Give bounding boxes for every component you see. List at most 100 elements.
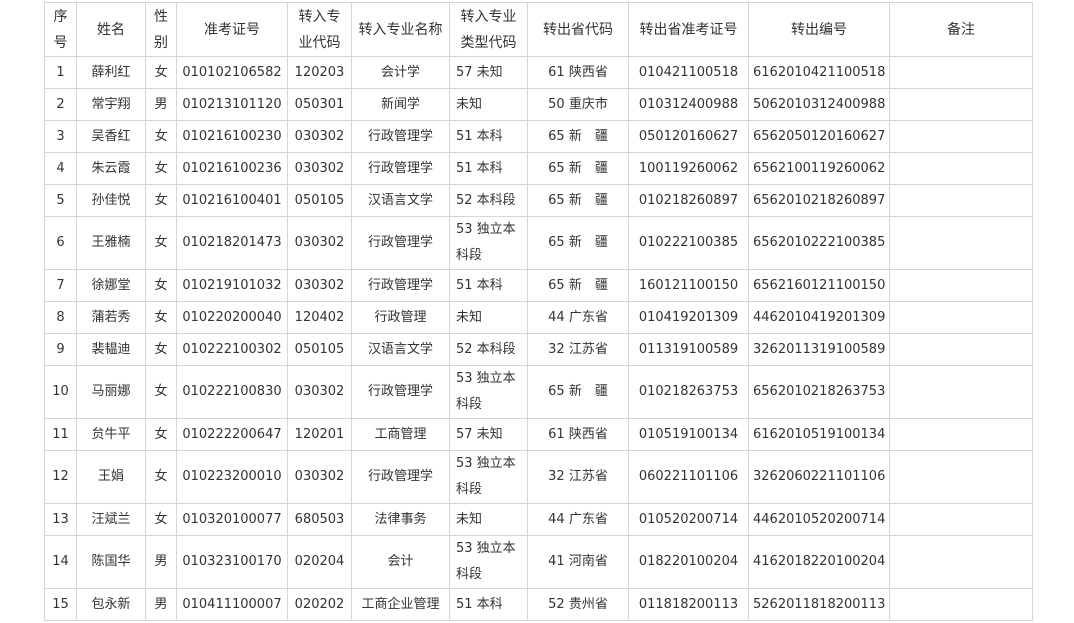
cell-major-code: 020202 <box>287 588 352 621</box>
cell-province-exam-id: 010312400988 <box>628 88 749 121</box>
cell-gender: 女 <box>145 216 177 270</box>
cell-province-exam-id: 160121100150 <box>628 269 749 302</box>
table-row: 2 常宇翔男 010213101120 050301 新闻学 未知 50 重庆市 010312… <box>44 88 1033 121</box>
cell-gender: 男 <box>145 588 177 621</box>
cell-major-name: 汉语言文学 <box>351 184 450 217</box>
cell-province-exam-id: 010419201309 <box>628 301 749 334</box>
transfer-table: 序号 姓名 性别 准考证号 转入专业代码 转入专业名称 转入专业类型代码 转出省… <box>44 2 1033 621</box>
cell-exam-id: 010320100077 <box>176 503 288 536</box>
cell-major-type: 未知 <box>449 503 528 536</box>
cell-seq: 11 <box>44 418 77 451</box>
cell-transfer-no: 3262011319100589 <box>748 333 890 366</box>
cell-gender: 女 <box>145 301 177 334</box>
cell-name: 包永新 <box>76 588 146 621</box>
cell-exam-id: 010222200647 <box>176 418 288 451</box>
cell-major-code: 030302 <box>287 216 352 270</box>
cell-province-code: 65 新 疆 <box>527 269 629 302</box>
cell-remark <box>889 535 1033 589</box>
cell-transfer-no: 4462010520200714 <box>748 503 890 536</box>
cell-name: 徐娜堂 <box>76 269 146 302</box>
cell-seq: 1 <box>44 56 77 89</box>
cell-province-code: 32 江苏省 <box>527 333 629 366</box>
cell-name: 马丽娜 <box>76 365 146 419</box>
cell-transfer-no: 6562100119260062 <box>748 152 890 185</box>
cell-province-code: 44 广东省 <box>527 301 629 334</box>
table-row: 10 马丽娜女 010222100830 030302 行政管理学 53 独立本科段 65 … <box>44 365 1033 419</box>
cell-exam-id: 010223200010 <box>176 450 288 504</box>
cell-name: 陈国华 <box>76 535 146 589</box>
cell-remark <box>889 301 1033 334</box>
cell-seq: 5 <box>44 184 77 217</box>
cell-exam-id: 010216100401 <box>176 184 288 217</box>
cell-gender: 女 <box>145 418 177 451</box>
cell-major-code: 030302 <box>287 152 352 185</box>
cell-seq: 14 <box>44 535 77 589</box>
cell-seq: 12 <box>44 450 77 504</box>
table-body: 1 薛利红女 010102106582 120203 会计学 57 未知 61 陕西省 010… <box>44 56 1033 621</box>
cell-province-code: 41 河南省 <box>527 535 629 589</box>
header-remark: 备注 <box>889 2 1033 57</box>
cell-major-type: 51 本科 <box>449 588 528 621</box>
cell-province-exam-id: 010218263753 <box>628 365 749 419</box>
cell-major-code: 020204 <box>287 535 352 589</box>
cell-remark <box>889 184 1033 217</box>
cell-transfer-no: 6562160121100150 <box>748 269 890 302</box>
cell-transfer-no: 4162018220100204 <box>748 535 890 589</box>
cell-major-type: 57 未知 <box>449 56 528 89</box>
cell-major-code: 030302 <box>287 450 352 504</box>
table-row: 15 包永新男 010411100007 020202 工商企业管理 51 本科 52 贵州… <box>44 588 1033 621</box>
cell-major-code: 050105 <box>287 333 352 366</box>
header-seq: 序号 <box>44 2 77 57</box>
cell-seq: 3 <box>44 120 77 153</box>
header-major-type: 转入专业类型代码 <box>449 2 528 57</box>
cell-major-type: 53 独立本科段 <box>449 535 528 589</box>
cell-major-name: 会计学 <box>351 56 450 89</box>
cell-remark <box>889 365 1033 419</box>
table-row: 14 陈国华男 010323100170 020204 会计 53 独立本科段 41 河南省… <box>44 535 1033 589</box>
cell-transfer-no: 4462010419201309 <box>748 301 890 334</box>
cell-transfer-no: 3262060221101106 <box>748 450 890 504</box>
cell-transfer-no: 5062010312400988 <box>748 88 890 121</box>
cell-remark <box>889 88 1033 121</box>
cell-province-exam-id: 100119260062 <box>628 152 749 185</box>
cell-province-code: 44 广东省 <box>527 503 629 536</box>
cell-major-name: 行政管理学 <box>351 152 450 185</box>
cell-province-exam-id: 010519100134 <box>628 418 749 451</box>
cell-exam-id: 010220200040 <box>176 301 288 334</box>
cell-major-code: 120203 <box>287 56 352 89</box>
cell-name: 吴香红 <box>76 120 146 153</box>
cell-gender: 男 <box>145 535 177 589</box>
cell-exam-id: 010219101032 <box>176 269 288 302</box>
table-row: 13 汪斌兰女 010320100077 680503 法律事务 未知 44 广东省 0105… <box>44 503 1033 536</box>
cell-province-exam-id: 050120160627 <box>628 120 749 153</box>
table-row: 11 贠牛平女 010222200647 120201 工商管理 57 未知 61 陕西省 0… <box>44 418 1033 451</box>
cell-province-exam-id: 010218260897 <box>628 184 749 217</box>
cell-province-code: 52 贵州省 <box>527 588 629 621</box>
cell-remark <box>889 333 1033 366</box>
cell-remark <box>889 152 1033 185</box>
cell-name: 王雅楠 <box>76 216 146 270</box>
cell-exam-id: 010102106582 <box>176 56 288 89</box>
cell-transfer-no: 6162010519100134 <box>748 418 890 451</box>
cell-name: 裴韫迪 <box>76 333 146 366</box>
cell-remark <box>889 588 1033 621</box>
cell-major-name: 行政管理学 <box>351 120 450 153</box>
cell-major-name: 工商企业管理 <box>351 588 450 621</box>
cell-name: 孙佳悦 <box>76 184 146 217</box>
cell-transfer-no: 6562010218263753 <box>748 365 890 419</box>
cell-exam-id: 010222100830 <box>176 365 288 419</box>
cell-major-name: 行政管理学 <box>351 269 450 302</box>
cell-transfer-no: 6562010222100385 <box>748 216 890 270</box>
cell-gender: 女 <box>145 184 177 217</box>
cell-province-code: 50 重庆市 <box>527 88 629 121</box>
cell-major-name: 行政管理学 <box>351 365 450 419</box>
cell-province-code: 65 新 疆 <box>527 365 629 419</box>
cell-major-type: 53 独立本科段 <box>449 450 528 504</box>
cell-gender: 女 <box>145 450 177 504</box>
cell-exam-id: 010323100170 <box>176 535 288 589</box>
cell-province-code: 61 陕西省 <box>527 56 629 89</box>
cell-exam-id: 010411100007 <box>176 588 288 621</box>
cell-remark <box>889 450 1033 504</box>
cell-transfer-no: 6162010421100518 <box>748 56 890 89</box>
cell-name: 常宇翔 <box>76 88 146 121</box>
